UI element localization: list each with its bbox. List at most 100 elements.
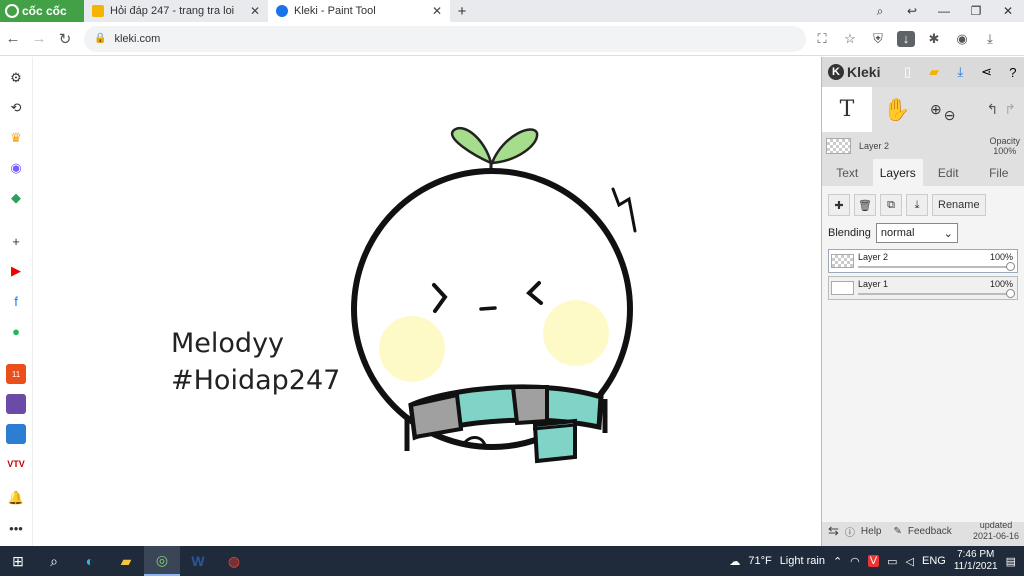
tab-hoidap[interactable]: Hỏi đáp 247 - trang tra loi ✕ (84, 0, 268, 22)
slider-knob[interactable] (1006, 289, 1015, 298)
sprout-leaf-left (450, 126, 493, 166)
close-window-icon[interactable]: ✕ (992, 4, 1024, 18)
windows-start-icon[interactable]: ⊞ (0, 546, 36, 576)
blending-value: normal (880, 227, 915, 239)
more-icon[interactable]: ••• (6, 518, 26, 538)
language-indicator[interactable]: ENG (922, 555, 946, 567)
back-icon[interactable]: ← (0, 30, 26, 47)
share-icon[interactable]: ⋖ (975, 64, 997, 80)
settings-gear-icon[interactable]: ⚙ (6, 68, 26, 88)
layers-content: ✚ 🗑 ⧉ ⤓ Rename Blending normal ⌄ Layer 2… (822, 186, 1024, 522)
download-page-icon[interactable]: ↓ (897, 30, 915, 47)
text-tool[interactable]: T (822, 87, 872, 132)
layer-opacity: 100% (989, 252, 1013, 262)
tab-file[interactable]: File (974, 159, 1024, 186)
history-icon[interactable]: ⟲ (6, 98, 26, 118)
close-tab-icon[interactable]: ✕ (432, 4, 442, 18)
edge-icon[interactable]: ◐ (72, 546, 108, 576)
help-icon[interactable]: ⓘ (845, 524, 855, 539)
app-icon[interactable] (6, 394, 26, 414)
zoom-in-icon[interactable]: ⊕ (930, 101, 942, 118)
coccoc-taskbar-icon[interactable]: ◎ (144, 546, 180, 576)
weather-desc[interactable]: Light rain (780, 555, 825, 567)
minimize-icon[interactable]: — (928, 4, 960, 18)
duplicate-layer-icon[interactable]: ⧉ (880, 194, 902, 216)
file-explorer-icon[interactable]: ▰ (108, 546, 144, 576)
add-layer-button[interactable]: ✚ (828, 194, 850, 216)
browser-sidebar: ⚙ ⟲ ♛ ◉ ◆ + ▶ f ● 11 VTV 🔔 ••• (0, 57, 33, 546)
back-window-icon[interactable]: ↩ (896, 4, 928, 18)
search-tabs-icon[interactable]: ⌕ (864, 4, 896, 19)
chrome-icon[interactable]: ◍ (216, 546, 252, 576)
rename-button[interactable]: Rename (932, 194, 986, 216)
open-folder-icon[interactable]: ▰ (923, 64, 945, 80)
translate-icon[interactable]: ⛶ (810, 31, 834, 47)
vtv-icon[interactable]: VTV (6, 454, 26, 474)
feedback-icon[interactable]: ✎ (893, 526, 901, 537)
vivaldi-icon[interactable]: V (867, 555, 880, 567)
bookmark-star-icon[interactable]: ☆ (838, 31, 862, 47)
volume-icon[interactable]: ◁ (906, 555, 914, 568)
shield-icon[interactable]: ⛨ (866, 31, 890, 47)
new-file-icon[interactable]: ▯ (896, 64, 918, 80)
sweat-mark (611, 187, 637, 233)
battery-icon[interactable]: ▭ (887, 555, 897, 568)
zoom-controls: ⊕ ⊖ (922, 87, 955, 132)
slider-knob[interactable] (1006, 262, 1015, 271)
restore-icon[interactable]: ❐ (960, 4, 992, 18)
layer-opacity-slider[interactable] (858, 293, 1011, 295)
downloads-icon[interactable]: ⤓ (978, 31, 1002, 47)
chevron-up-icon[interactable]: ⌃ (833, 555, 842, 568)
clock[interactable]: 7:46 PM 11/1/2021 (954, 549, 998, 573)
merge-layer-icon[interactable]: ⤓ (906, 194, 928, 216)
news-icon[interactable] (6, 424, 26, 444)
messenger-icon[interactable]: ◉ (6, 158, 26, 178)
save-download-icon[interactable]: ⤓ (949, 64, 971, 80)
zoom-out-icon[interactable]: ⊖ (944, 107, 956, 124)
hand-tool-icon[interactable]: ✋ (872, 87, 922, 132)
extensions-icon[interactable]: ✱ (922, 31, 946, 47)
undo-icon[interactable]: ↰ (987, 101, 999, 118)
wifi-icon[interactable]: ◠ (850, 555, 860, 568)
feedback-link[interactable]: Feedback (908, 526, 952, 537)
drawing-canvas[interactable]: Melodyy #Hoidap247 (33, 57, 821, 546)
new-tab-button[interactable]: + (450, 0, 474, 22)
youtube-icon[interactable]: ▶ (6, 261, 26, 281)
clock-date: 11/1/2021 (953, 561, 998, 572)
add-icon[interactable]: + (6, 231, 26, 251)
profile-icon[interactable]: ◉ (950, 31, 974, 47)
weather-temp[interactable]: 71°F (748, 555, 771, 567)
spotify-icon[interactable]: ● (6, 321, 26, 341)
shopping-icon[interactable]: 11 (6, 364, 26, 384)
canvas-text-line1: Melodyy (171, 328, 285, 359)
help-link[interactable]: Help (861, 526, 882, 537)
close-tab-icon[interactable]: ✕ (250, 4, 260, 18)
tab-layers[interactable]: Layers (872, 159, 923, 186)
forward-icon[interactable]: → (26, 30, 52, 47)
search-icon[interactable]: ⌕ (36, 546, 72, 576)
layer-opacity-slider[interactable] (858, 266, 1011, 268)
url-field[interactable]: 🔒 kleki.com (84, 25, 806, 52)
url-text: kleki.com (114, 32, 161, 45)
blending-select[interactable]: normal ⌄ (875, 223, 958, 243)
redo-icon[interactable]: ↱ (1004, 101, 1016, 118)
tab-kleki[interactable]: Kleki - Paint Tool ✕ (268, 0, 450, 22)
word-icon[interactable]: W (180, 546, 216, 576)
delete-layer-trash-icon[interactable]: 🗑 (854, 194, 876, 216)
blending-label: Blending (828, 227, 871, 239)
reload-icon[interactable]: ↻ (52, 30, 78, 48)
help-circle-icon[interactable]: ? (1002, 65, 1024, 80)
bell-icon[interactable]: 🔔 (6, 488, 26, 508)
kleki-logo[interactable]: K Kleki (828, 64, 880, 80)
layer-item[interactable]: Layer 1 100% (828, 276, 1018, 300)
tab-text[interactable]: Text (822, 159, 873, 186)
crown-icon[interactable]: ♛ (6, 128, 26, 148)
layer-item[interactable]: Layer 2 100% (828, 249, 1018, 273)
windows-taskbar: ⊞ ⌕ ◐ ▰ ◎ W ◍ ☁ 71°F Light rain ⌃ ◠ V ▭ … (0, 546, 1024, 576)
facebook-icon[interactable]: f (6, 291, 26, 311)
swap-icon[interactable]: ⇆ (828, 523, 839, 539)
browser-brand[interactable]: cốc cốc (0, 0, 84, 22)
game-controller-icon[interactable]: ◆ (6, 188, 26, 208)
tab-edit[interactable]: Edit (923, 159, 974, 186)
notification-icon[interactable]: ▤ (1006, 555, 1016, 568)
